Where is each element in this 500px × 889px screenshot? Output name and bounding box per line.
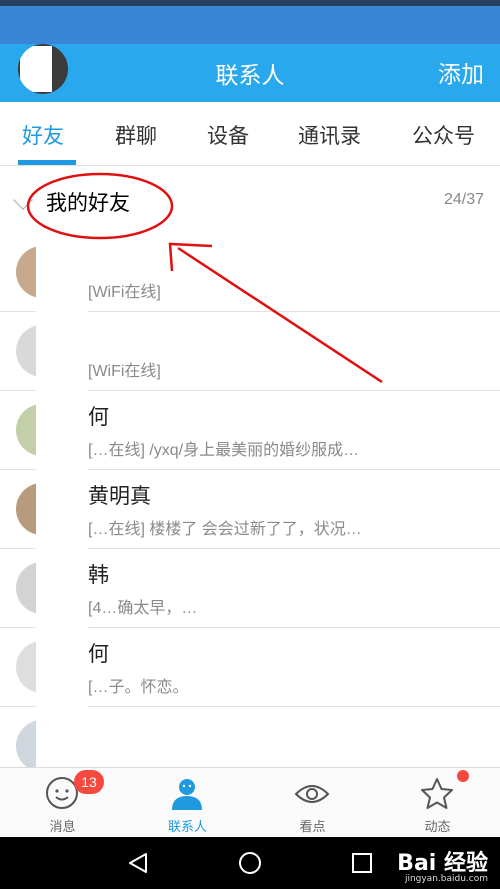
status-bar [0, 0, 500, 44]
recent-apps-icon[interactable] [350, 851, 374, 875]
tab-devices[interactable]: 设备 [207, 120, 249, 150]
friend-status: […子。怀恋。 [88, 679, 189, 696]
nav-messages[interactable]: 13 消息 [0, 768, 125, 838]
friend-name: 韩 [88, 564, 109, 587]
privacy-mask [36, 233, 88, 767]
watermark: Bai 经验 [397, 851, 488, 876]
tab-bar: 好友 群聊 设备 通讯录 公众号 [0, 102, 500, 166]
chevron-down-icon [13, 190, 33, 210]
notification-dot [457, 770, 469, 782]
back-icon[interactable] [126, 851, 150, 875]
app-header: 联系人 添加 [0, 44, 500, 102]
active-tab-indicator [18, 160, 76, 165]
friend-name: 黄明真 [88, 485, 151, 508]
nav-moments[interactable]: 动态 [375, 768, 500, 838]
nav-label: 动态 [424, 819, 451, 834]
friend-status: [WiFi在线] [88, 284, 161, 301]
friend-name: 何 [88, 643, 109, 666]
add-button[interactable]: 添加 [438, 55, 484, 89]
nav-kandian[interactable]: 看点 [250, 768, 375, 838]
tab-address-book[interactable]: 通讯录 [298, 120, 361, 150]
friend-status: […在线] 楼楼了 会会过新了了，状况… [88, 521, 362, 538]
nav-label: 看点 [299, 819, 326, 834]
friend-status: [4…确太早，… [88, 600, 198, 617]
bottom-nav: 13 消息 联系人 看点 动态 [0, 767, 500, 837]
home-icon[interactable] [238, 851, 262, 875]
nav-label: 消息 [49, 819, 76, 834]
tab-groups[interactable]: 群聊 [115, 120, 157, 150]
star-icon [421, 778, 453, 809]
tab-public-accounts[interactable]: 公众号 [412, 120, 475, 150]
page-title: 联系人 [215, 62, 285, 88]
nav-label: 联系人 [167, 819, 207, 834]
friend-status: […在线] /yxq/身上最美丽的婚纱服成… [88, 442, 360, 459]
friend-group-header[interactable]: 我的好友 24/37 [0, 167, 500, 233]
friend-name: 何 [88, 406, 109, 429]
group-count: 24/37 [443, 191, 484, 208]
watermark-url: jingyan.baidu.com [404, 874, 488, 884]
tab-friends[interactable]: 好友 [22, 120, 64, 150]
nav-contacts[interactable]: 联系人 [125, 768, 250, 838]
person-icon [172, 779, 202, 810]
friend-status: [WiFi在线] [88, 363, 161, 380]
eye-icon [294, 785, 330, 803]
group-name: 我的好友 [46, 192, 130, 215]
unread-badge: 13 [74, 770, 104, 794]
